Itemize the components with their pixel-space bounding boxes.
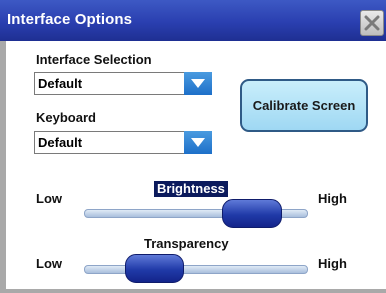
- close-icon: [364, 15, 380, 31]
- brightness-slider-thumb[interactable]: [222, 199, 282, 228]
- brightness-low-label: Low: [36, 191, 62, 206]
- transparency-slider-thumb[interactable]: [125, 254, 184, 283]
- close-button[interactable]: [360, 10, 384, 36]
- interface-selection-dropdown-button[interactable]: [184, 72, 212, 95]
- transparency-low-label: Low: [36, 256, 62, 271]
- chevron-down-icon: [191, 79, 205, 88]
- transparency-slider-track[interactable]: [84, 265, 308, 274]
- transparency-label: Transparency: [144, 236, 229, 251]
- keyboard-value: Default: [38, 135, 83, 150]
- keyboard-label: Keyboard: [36, 110, 96, 125]
- keyboard-dropdown[interactable]: Default: [34, 131, 212, 154]
- interface-selection-dropdown[interactable]: Default: [34, 72, 212, 95]
- brightness-label: Brightness: [154, 181, 228, 197]
- window-title: Interface Options: [7, 11, 133, 28]
- brightness-high-label: High: [318, 191, 347, 206]
- chevron-down-icon: [191, 138, 205, 147]
- window-frame-left: [0, 41, 6, 293]
- interface-selection-value: Default: [38, 76, 83, 91]
- calibrate-screen-button[interactable]: Calibrate Screen: [240, 79, 368, 132]
- keyboard-dropdown-button[interactable]: [184, 131, 212, 154]
- title-bar: Interface Options: [0, 0, 386, 41]
- window-frame-bottom: [0, 289, 386, 293]
- interface-selection-label: Interface Selection: [36, 52, 152, 67]
- transparency-high-label: High: [318, 256, 347, 271]
